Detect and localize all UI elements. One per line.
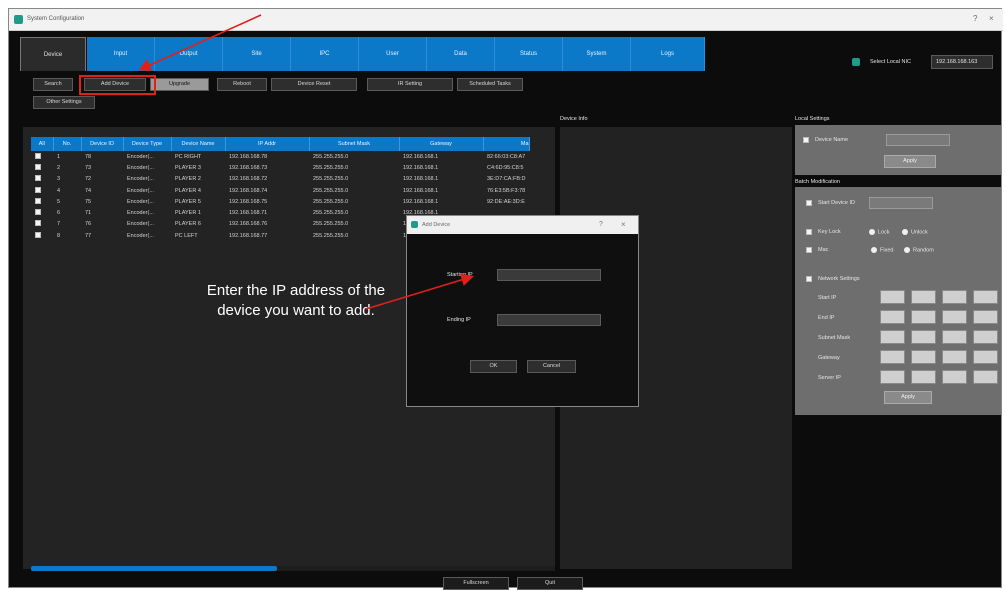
arrow-to-starting-ip	[365, 273, 475, 310]
arrow-to-add-device	[138, 14, 262, 71]
annotation-arrows	[138, 14, 475, 310]
system-configuration-window: System Configuration ? × Device Input Ou…	[8, 8, 1003, 590]
screenshot-frame: System Configuration ? × Device Input Ou…	[0, 0, 1006, 590]
